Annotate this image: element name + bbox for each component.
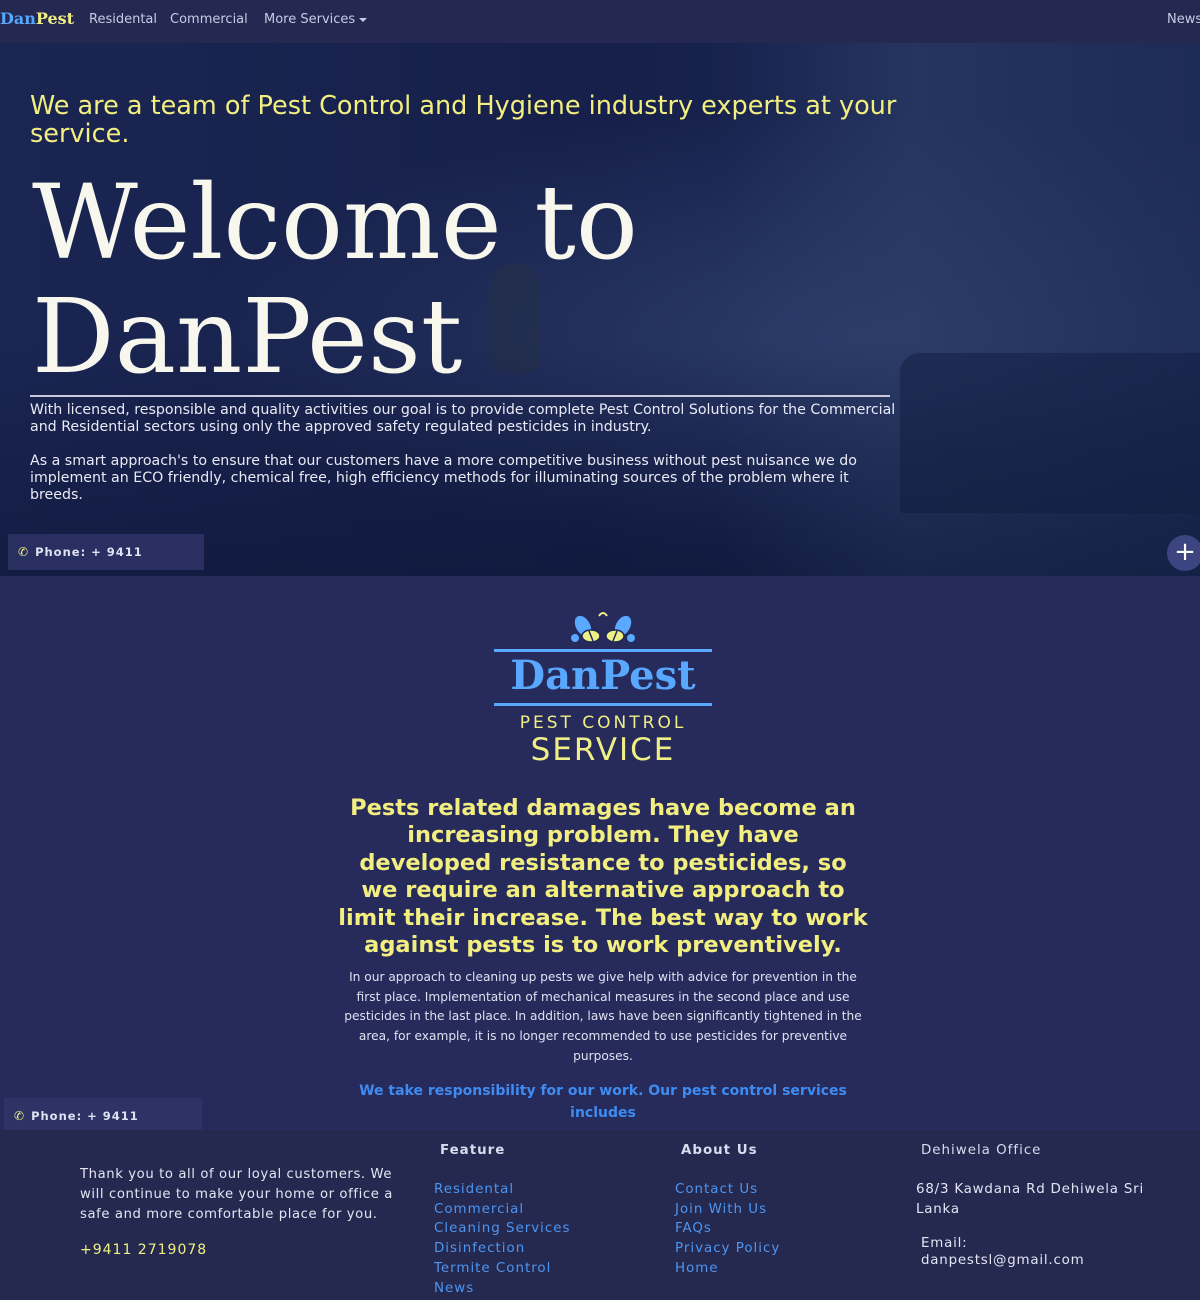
hero-divider — [30, 395, 890, 397]
footer-link-contact-us[interactable]: Contact Us — [675, 1180, 780, 1200]
footer-address: 68/3 Kawdana Rd Dehiwela Sri Lanka — [916, 1182, 1144, 1217]
bee-emblem-icon — [571, 612, 635, 643]
hero-tagline: We are a team of Pest Control and Hygien… — [30, 91, 897, 149]
footer-link-cleaning-services[interactable]: Cleaning Services — [434, 1219, 570, 1239]
footer-email-block: Email: danpestsl@gmail.com — [921, 1236, 1181, 1269]
hero-welcome-title: Welcome to DanPest — [32, 166, 638, 394]
logo-rule-bottom — [494, 703, 712, 706]
footer-link-termite-control[interactable]: Termite Control — [434, 1259, 570, 1279]
logo-title: DanPest — [510, 652, 696, 699]
phone-icon: ✆ — [14, 1109, 26, 1123]
phone-icon: ✆ — [18, 545, 30, 559]
danpest-logo: DanPest PEST CONTROL SERVICE — [494, 608, 712, 778]
hero-paragraph-1: With licensed, responsible and quality a… — [30, 402, 896, 435]
footer-email[interactable]: danpestsl@gmail.com — [921, 1253, 1181, 1270]
hero-section: We are a team of Pest Control and Hygien… — [0, 43, 1200, 576]
footer-link-disinfection[interactable]: Disinfection — [434, 1239, 570, 1259]
pest-approach-text: In our approach to cleaning up pests we … — [344, 970, 862, 1063]
footer-feature-links: Residental Commercial Cleaning Services … — [434, 1180, 570, 1298]
footer-phone[interactable]: +9411 2719078 — [80, 1242, 207, 1258]
caret-down-icon — [359, 17, 368, 22]
footer-link-privacy-policy[interactable]: Privacy Policy — [675, 1239, 780, 1259]
footer-thanks-text: Thank you to all of our loyal customers.… — [80, 1167, 393, 1222]
logo-subtitle-pest-control: PEST CONTROL — [519, 713, 687, 733]
footer-link-home[interactable]: Home — [675, 1259, 780, 1279]
footer-heading-office: Dehiwela Office — [921, 1143, 1042, 1158]
nav-link-news[interactable]: News — [1167, 12, 1200, 27]
nav-dropdown-label: More Services — [264, 12, 356, 27]
footer-about-links: Contact Us Join With Us FAQs Privacy Pol… — [675, 1180, 780, 1279]
pest-problem-heading: Pests related damages have become an inc… — [338, 795, 868, 959]
nav-link-commercial[interactable]: Commercial — [170, 12, 248, 27]
footer-link-faqs[interactable]: FAQs — [675, 1219, 780, 1239]
phone-badge[interactable]: ✆Phone: + 9411 2719078 — [8, 534, 204, 570]
phone-badge-sticky[interactable]: ✆Phone: + 9411 2719078 — [4, 1098, 202, 1159]
plus-button[interactable]: + — [1167, 535, 1200, 571]
welcome-line-2: DanPest — [32, 277, 463, 397]
brand-logo[interactable]: DanPest — [0, 9, 74, 28]
hero-paragraph-2: As a smart approach's to ensure that our… — [30, 453, 857, 503]
welcome-line-1: Welcome to — [32, 163, 638, 283]
footer-heading-about-us: About Us — [681, 1143, 758, 1158]
brand-text-pest: Pest — [35, 9, 75, 28]
footer-link-join-with-us[interactable]: Join With Us — [675, 1200, 780, 1220]
footer-heading-feature: Feature — [440, 1143, 506, 1158]
nav-link-residental[interactable]: Residental — [89, 12, 157, 27]
footer-email-label: Email: — [921, 1236, 968, 1251]
footer-link-news[interactable]: News — [434, 1279, 570, 1299]
nav-dropdown-more-services[interactable]: More Services — [264, 12, 368, 27]
navbar: DanPest Residental Commercial More Servi… — [0, 0, 1200, 43]
footer-link-residental[interactable]: Residental — [434, 1180, 570, 1200]
footer-link-commercial[interactable]: Commercial — [434, 1200, 570, 1220]
logo-subtitle-service: SERVICE — [530, 732, 676, 768]
brand-text-dan: Dan — [0, 9, 36, 28]
responsibility-text: We take responsibility for our work. Our… — [359, 1083, 847, 1121]
